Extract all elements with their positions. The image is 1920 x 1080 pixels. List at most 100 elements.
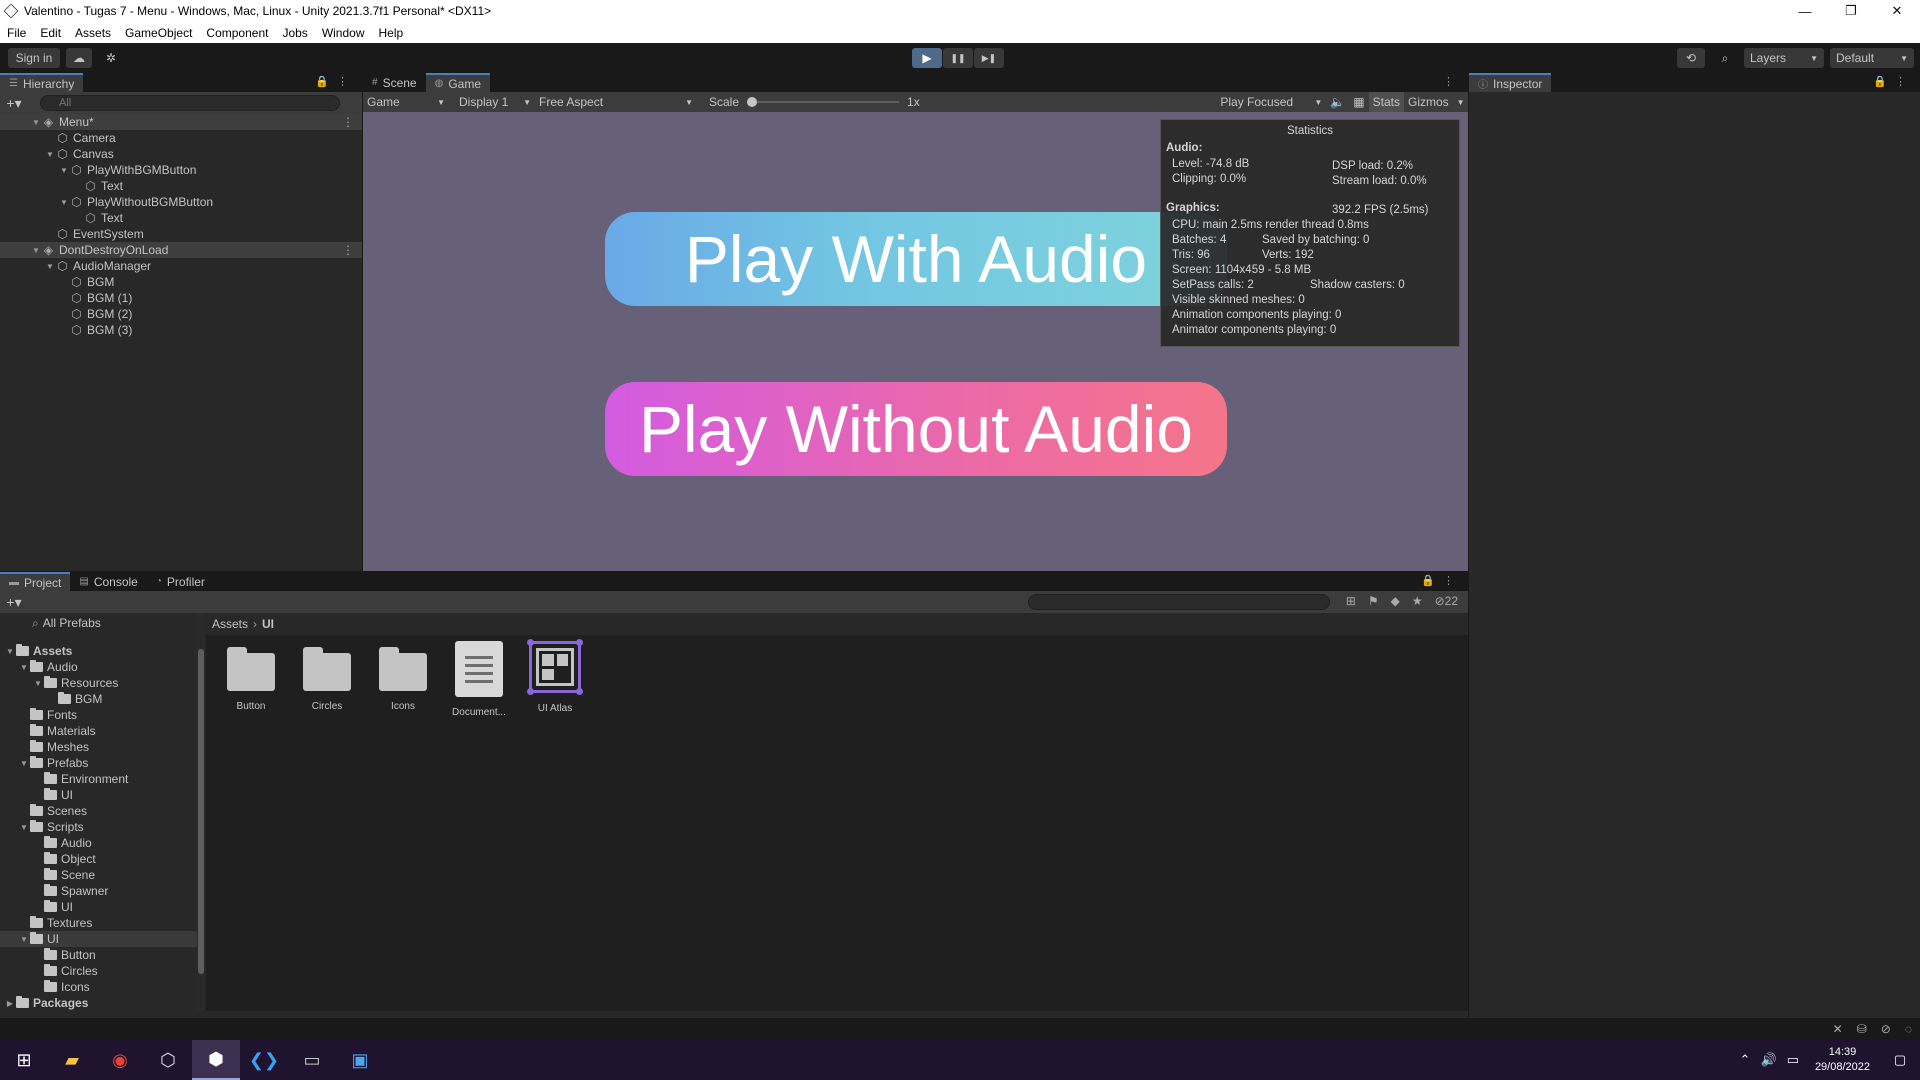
scene-menu-icon[interactable]: ⋮ (342, 243, 354, 257)
asset-item[interactable]: Document... (452, 641, 506, 718)
expand-arrow-icon[interactable]: ▶ (4, 999, 16, 1008)
display-dropdown[interactable]: Display 1 ▼ (455, 92, 535, 112)
hierarchy-row[interactable]: ⬡ EventSystem (0, 226, 362, 242)
folder-tree-row[interactable]: UI (0, 787, 198, 803)
expand-arrow-icon[interactable]: ▼ (30, 246, 42, 255)
hierarchy-row[interactable]: ⬡ Text (0, 210, 362, 226)
expand-arrow-icon[interactable]: ▼ (58, 166, 70, 175)
expand-arrow-icon[interactable]: ▼ (30, 118, 42, 127)
folder-tree-row[interactable]: ▶ Packages (0, 995, 198, 1011)
layout-dropdown[interactable]: Default ▼ (1830, 48, 1914, 68)
expand-arrow-icon[interactable]: ▼ (18, 823, 30, 832)
folder-tree-row[interactable]: ▼ Resources (0, 675, 198, 691)
menu-jobs[interactable]: Jobs (275, 26, 314, 40)
aspect-dropdown[interactable]: Free Aspect ▼ (535, 92, 697, 112)
vs-code-icon[interactable]: ❮❯ (240, 1040, 288, 1080)
expand-arrow-icon[interactable]: ▼ (32, 679, 44, 688)
menu-file[interactable]: File (0, 26, 33, 40)
hierarchy-row[interactable]: ⬡ Text (0, 178, 362, 194)
play-mode-dropdown[interactable]: Play Focused ▼ (1216, 92, 1326, 112)
folder-tree-row[interactable]: Meshes (0, 739, 198, 755)
search-by-type-icon[interactable]: ⊞ (1346, 594, 1356, 608)
history-icon[interactable]: ⟲ (1677, 48, 1705, 68)
folder-tree-row[interactable]: Materials (0, 723, 198, 739)
photos-icon[interactable]: ▣ (336, 1040, 384, 1080)
expand-arrow-icon[interactable]: ▼ (58, 198, 70, 207)
search-icon[interactable]: ⌕ (1711, 48, 1739, 68)
folder-tree-row[interactable]: BGM (0, 691, 198, 707)
hierarchy-row[interactable]: ▼ ⬡ AudioManager (0, 258, 362, 274)
play-with-audio-button[interactable]: Play With Audio (605, 212, 1227, 306)
menu-assets[interactable]: Assets (68, 26, 118, 40)
hierarchy-row[interactable]: ▼ ⬡ PlayWithoutBGMButton (0, 194, 362, 210)
hierarchy-row[interactable]: ⬡ BGM (2) (0, 306, 362, 322)
add-object-button[interactable]: +▾ (0, 95, 28, 112)
folder-tree-row[interactable]: Fonts (0, 707, 198, 723)
folder-tree-row[interactable]: Audio (0, 835, 198, 851)
panel-lock-menu-icon[interactable]: 🔒⋮ (1873, 75, 1914, 88)
unity-hub-icon[interactable]: ⬡ (144, 1040, 192, 1080)
scrollbar-thumb[interactable] (198, 649, 204, 974)
menu-edit[interactable]: Edit (33, 26, 68, 40)
close-button[interactable]: ✕ (1874, 0, 1920, 22)
expand-arrow-icon[interactable]: ▼ (4, 647, 16, 656)
hierarchy-scene-row[interactable]: ▼ ◈ Menu* ⋮ (0, 114, 362, 130)
terminal-icon[interactable]: ▭ (288, 1040, 336, 1080)
collab-icon[interactable]: ✲ (98, 48, 124, 68)
breadcrumb-ui[interactable]: UI (262, 617, 274, 631)
folder-tree-row[interactable]: Spawner (0, 883, 198, 899)
menu-window[interactable]: Window (315, 26, 372, 40)
play-button[interactable]: ▶ (912, 48, 942, 68)
auto-generate-lighting-icon[interactable]: ✕ (1833, 1022, 1843, 1036)
asset-item[interactable]: Circles (302, 641, 352, 718)
tab-hierarchy[interactable]: ☰ Hierarchy (0, 73, 84, 92)
unity-editor-icon[interactable]: ⬢ (192, 1040, 240, 1080)
tab-console[interactable]: ▤ Console (70, 572, 146, 591)
maximize-button[interactable]: ❐ (1828, 0, 1874, 22)
hierarchy-row[interactable]: ⬡ BGM (1) (0, 290, 362, 306)
folder-tree-row[interactable]: ▼ Assets (0, 643, 198, 659)
expand-arrow-icon[interactable]: ▼ (44, 150, 56, 159)
hierarchy-scene-row[interactable]: ▼ ◈ DontDestroyOnLoad ⋮ (0, 242, 362, 258)
scene-menu-icon[interactable]: ⋮ (342, 115, 354, 129)
project-search-input[interactable] (1028, 594, 1330, 610)
asset-item[interactable]: Button (226, 641, 276, 718)
cache-server-icon[interactable]: ⛁ (1857, 1022, 1867, 1036)
notification-icon[interactable]: ▢ (1880, 1052, 1920, 1068)
play-without-audio-button[interactable]: Play Without Audio (605, 382, 1227, 476)
menu-gameobject[interactable]: GameObject (118, 26, 199, 40)
hierarchy-search-input[interactable]: All (40, 95, 340, 111)
scale-knob[interactable] (747, 97, 758, 107)
folder-tree-row[interactable]: Environment (0, 771, 198, 787)
clock[interactable]: 14:39 29/08/2022 (1805, 1045, 1880, 1075)
panel-lock-menu-icon[interactable]: 🔒⋮ (1421, 574, 1462, 587)
step-button[interactable]: ▶❚ (974, 48, 1004, 68)
pause-button[interactable]: ❚❚ (943, 48, 973, 68)
menu-help[interactable]: Help (372, 26, 411, 40)
expand-arrow-icon[interactable]: ▼ (44, 262, 56, 271)
tab-scene[interactable]: # Scene (363, 73, 426, 92)
favorite-star-icon[interactable]: ★ (1412, 594, 1423, 608)
hierarchy-row[interactable]: ⬡ BGM (0, 274, 362, 290)
favorites-all-prefabs[interactable]: ⌕ All Prefabs (0, 613, 198, 633)
create-asset-button[interactable]: +▾ (0, 594, 28, 611)
folder-tree-row[interactable]: ▼ Prefabs (0, 755, 198, 771)
folder-tree-row[interactable]: Icons (0, 979, 198, 995)
volume-icon[interactable]: 🔊 (1757, 1052, 1781, 1068)
folder-tree-row[interactable]: Scenes (0, 803, 198, 819)
tab-game[interactable]: ◍ Game (425, 73, 491, 92)
mute-audio-icon[interactable]: 🔈 (1326, 92, 1349, 112)
menu-component[interactable]: Component (199, 26, 275, 40)
gizmos-dropdown[interactable]: Gizmos ▼ (1404, 92, 1468, 112)
scale-slider[interactable] (743, 92, 903, 112)
asset-item[interactable]: Icons (378, 641, 428, 718)
panel-lock-menu-icon[interactable]: 🔒⋮ (315, 75, 356, 88)
asset-item[interactable]: UI Atlas (527, 639, 583, 718)
panel-menu-icon[interactable]: ⋮ (1443, 75, 1462, 88)
folder-tree-row[interactable]: Object (0, 851, 198, 867)
folder-tree-row[interactable]: UI (0, 899, 198, 915)
expand-arrow-icon[interactable]: ▼ (18, 759, 30, 768)
tab-project[interactable]: ▬ Project (0, 572, 71, 591)
layers-dropdown[interactable]: Layers ▼ (1744, 48, 1824, 68)
folder-tree-row[interactable]: ▼ Scripts (0, 819, 198, 835)
